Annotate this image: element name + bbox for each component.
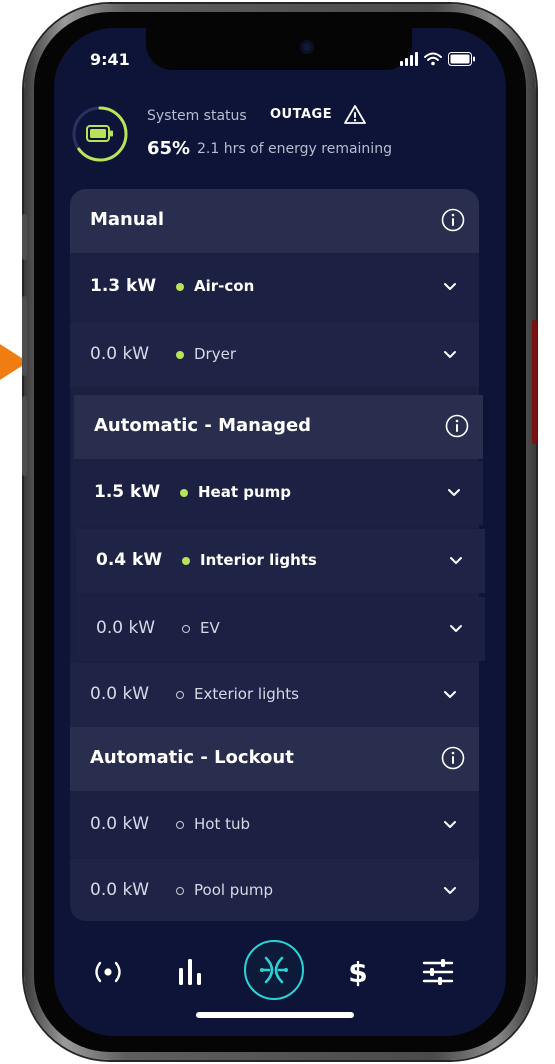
- mute-switch: [22, 214, 27, 260]
- load-row-air-con[interactable]: 1.3 kW Air-con: [70, 255, 479, 319]
- load-name: Air-con: [194, 277, 255, 295]
- camera-dot: [300, 40, 314, 54]
- tab-settings[interactable]: [410, 944, 466, 1000]
- stage: 9:41 System status OUTAGE 65% 2.1 hrs of…: [0, 0, 555, 1064]
- app-screen: 9:41 System status OUTAGE 65% 2.1 hrs of…: [54, 28, 506, 1036]
- tab-live-status[interactable]: [80, 944, 136, 1000]
- loads-panel: Manual 1.3 kW Air-con 0.0 kW Dryer Autom…: [70, 189, 485, 921]
- radio-status-icon: [95, 961, 121, 983]
- load-kw: 0.0 kW: [90, 684, 150, 704]
- inactive-dot-icon: [176, 887, 184, 895]
- load-kw: 0.0 kW: [90, 814, 150, 834]
- info-icon[interactable]: [445, 414, 469, 438]
- dollar-icon: $: [348, 956, 367, 989]
- cellular-signal-icon: [400, 52, 418, 66]
- status-icons: [400, 52, 476, 66]
- load-name: Dryer: [194, 345, 236, 363]
- section-title: Manual: [90, 209, 165, 230]
- battery-percent: 65%: [147, 138, 191, 159]
- energy-remaining: 2.1 hrs of energy remaining: [197, 141, 392, 157]
- bar-chart-icon: [179, 959, 201, 985]
- load-name: Pool pump: [194, 881, 273, 899]
- battery-icon: [448, 52, 476, 66]
- chevron-down-icon[interactable]: [449, 621, 463, 635]
- inactive-dot-icon: [182, 625, 190, 633]
- load-kw: 0.0 kW: [90, 880, 150, 900]
- tab-usage[interactable]: [162, 944, 218, 1000]
- section-header-automatic-managed: Automatic - Managed: [74, 395, 483, 459]
- volume-up-button: [22, 296, 27, 376]
- load-row-heat-pump[interactable]: 1.5 kW Heat pump: [74, 461, 483, 525]
- system-status: System status OUTAGE 65% 2.1 hrs of ener…: [70, 104, 490, 164]
- load-row-hot-tub[interactable]: 0.0 kW Hot tub: [70, 793, 479, 857]
- outage-badge: OUTAGE: [270, 107, 333, 122]
- warning-icon[interactable]: [344, 104, 366, 126]
- load-row-interior-lights[interactable]: 0.4 kW Interior lights: [76, 529, 485, 593]
- active-dot-icon: [176, 283, 184, 291]
- load-name: Interior lights: [200, 551, 317, 569]
- active-dot-icon: [180, 489, 188, 497]
- active-dot-icon: [182, 557, 190, 565]
- load-kw: 0.0 kW: [90, 344, 150, 364]
- home-indicator[interactable]: [196, 1012, 354, 1018]
- info-icon[interactable]: [441, 746, 465, 770]
- load-row-pool-pump[interactable]: 0.0 kW Pool pump: [70, 859, 479, 921]
- load-row-dryer[interactable]: 0.0 kW Dryer: [70, 323, 479, 387]
- tab-circuits[interactable]: [244, 940, 304, 1000]
- load-kw: 1.3 kW: [90, 276, 157, 296]
- section-title: Automatic - Managed: [94, 415, 312, 436]
- bottom-tab-bar: $: [54, 934, 506, 1010]
- chevron-down-icon[interactable]: [443, 687, 457, 701]
- inactive-dot-icon: [176, 691, 184, 699]
- load-row-ev[interactable]: 0.0 kW EV: [76, 597, 485, 661]
- chevron-down-icon[interactable]: [443, 347, 457, 361]
- wifi-icon: [424, 52, 442, 66]
- active-dot-icon: [176, 351, 184, 359]
- section-title: Automatic - Lockout: [90, 747, 294, 768]
- load-name: Heat pump: [198, 483, 292, 501]
- sliders-icon: [422, 959, 454, 985]
- chevron-down-icon[interactable]: [443, 279, 457, 293]
- load-name: EV: [200, 619, 220, 637]
- chevron-down-icon[interactable]: [443, 817, 457, 831]
- status-time: 9:41: [90, 50, 130, 69]
- load-name: Hot tub: [194, 815, 251, 833]
- svg-text:$: $: [348, 956, 367, 989]
- chevron-down-icon[interactable]: [443, 883, 457, 897]
- section-header-manual: Manual: [70, 189, 479, 253]
- load-kw: 0.4 kW: [96, 550, 163, 570]
- chevron-down-icon[interactable]: [447, 485, 461, 499]
- system-status-label: System status: [147, 108, 247, 124]
- load-kw: 0.0 kW: [96, 618, 156, 638]
- load-kw: 1.5 kW: [94, 482, 161, 502]
- info-icon[interactable]: [441, 208, 465, 232]
- load-name: Exterior lights: [194, 685, 299, 703]
- section-header-automatic-lockout: Automatic - Lockout: [70, 727, 479, 791]
- battery-ring-icon: [72, 106, 128, 162]
- tab-costs[interactable]: $: [330, 944, 386, 1000]
- circuit-hub-icon: [260, 956, 288, 984]
- chevron-down-icon[interactable]: [449, 553, 463, 567]
- power-button: [532, 320, 537, 444]
- volume-down-button: [22, 396, 27, 476]
- inactive-dot-icon: [176, 821, 184, 829]
- load-row-exterior-lights[interactable]: 0.0 kW Exterior lights: [70, 663, 479, 727]
- notch: [146, 28, 412, 70]
